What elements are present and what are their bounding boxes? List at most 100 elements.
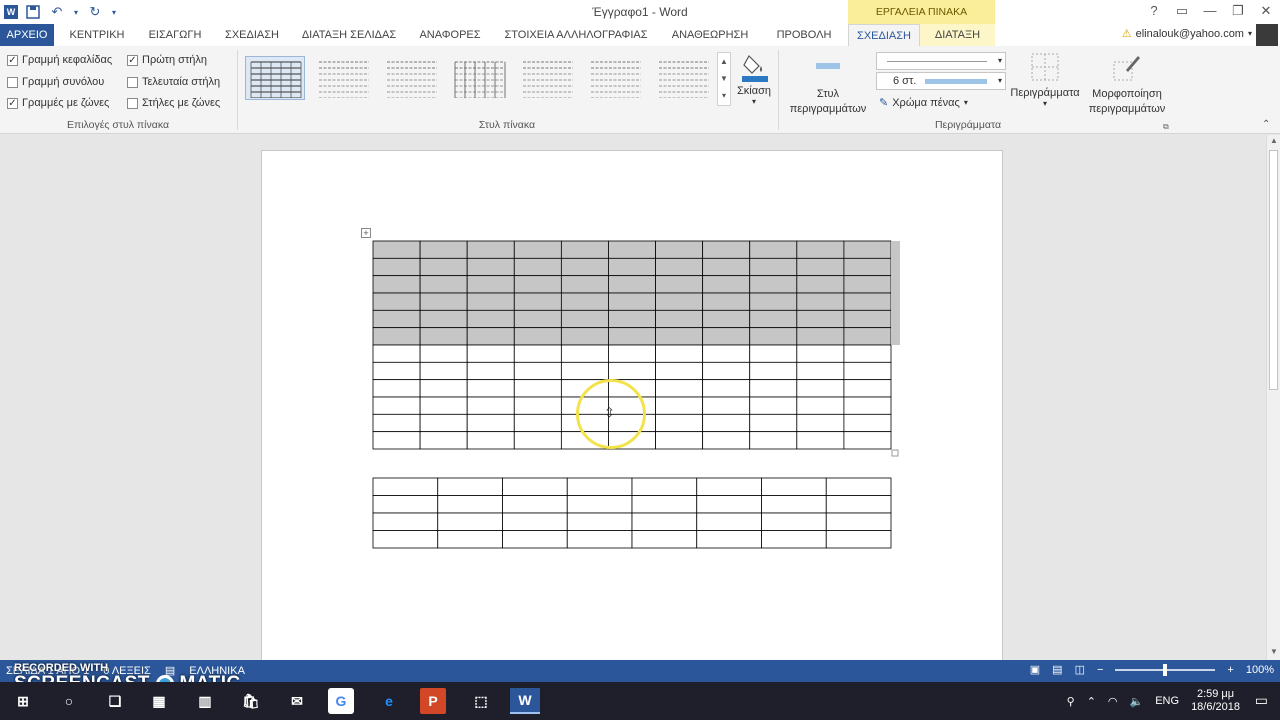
table1-cell[interactable] — [513, 257, 562, 277]
tab-page-layout[interactable]: ΔΙΑΤΑΞΗ ΣΕΛΙΔΑΣ — [294, 24, 404, 46]
table1-cell[interactable] — [749, 361, 798, 381]
table1-cell[interactable] — [419, 361, 468, 381]
word-taskbar-icon[interactable]: W — [510, 688, 540, 714]
zoom-in-icon[interactable]: + — [1227, 664, 1233, 676]
close-icon[interactable]: ✕ — [1252, 0, 1280, 24]
table1-cell[interactable] — [702, 344, 751, 363]
table2-cell[interactable] — [761, 495, 827, 514]
table1-cell[interactable] — [466, 361, 515, 381]
table1-cell[interactable] — [372, 309, 421, 329]
undo-dropdown-icon[interactable]: ▾ — [72, 3, 80, 21]
table1-cell[interactable] — [749, 327, 798, 346]
table1-cell[interactable] — [843, 309, 892, 329]
tab-mailings[interactable]: ΣΤΟΙΧΕΙΑ ΑΛΛΗΛΟΓΡΑΦΙΑΣ — [496, 24, 656, 46]
account-area[interactable]: ⚠ elinalouk@yahoo.com ▾ — [1122, 27, 1252, 41]
collapse-ribbon-icon[interactable]: ⌃ — [1262, 119, 1270, 130]
zoom-slider[interactable] — [1115, 663, 1216, 676]
table2-cell[interactable] — [761, 512, 827, 531]
table1-cell[interactable] — [655, 275, 704, 294]
table2-cell[interactable] — [437, 477, 503, 496]
table2-cell[interactable] — [761, 477, 827, 496]
table1-cell[interactable] — [560, 257, 609, 277]
table2-cell[interactable] — [566, 512, 633, 531]
table1-cell[interactable] — [702, 327, 751, 346]
table1-cell[interactable] — [419, 344, 468, 363]
table1-cell[interactable] — [796, 275, 845, 294]
restore-icon[interactable]: ❐ — [1224, 0, 1252, 24]
table1-cell[interactable] — [843, 292, 892, 311]
table1-cell[interactable] — [655, 396, 704, 415]
table1-cell[interactable] — [372, 240, 421, 259]
dialog-launcher-icon[interactable]: ⧉ — [1163, 122, 1169, 132]
table1-cell[interactable] — [560, 344, 609, 363]
task-view-icon[interactable]: ❏ — [100, 688, 130, 714]
table2-cell[interactable] — [566, 530, 633, 549]
table2-cell[interactable] — [631, 495, 698, 514]
word-icon[interactable]: W — [4, 5, 18, 19]
volume-icon[interactable]: 🔈 — [1130, 695, 1144, 708]
table1-cell[interactable] — [466, 240, 515, 259]
start-icon[interactable]: ⊞ — [8, 688, 38, 714]
table1-cell[interactable] — [843, 379, 892, 398]
table2-cell[interactable] — [502, 495, 568, 514]
table1-cell[interactable] — [560, 275, 609, 294]
vertical-scrollbar[interactable]: ▲ ▼ — [1266, 135, 1280, 660]
table1-cell[interactable] — [608, 309, 656, 329]
table1-cell[interactable] — [655, 257, 704, 277]
table1-cell[interactable] — [749, 431, 798, 450]
table2-cell[interactable] — [372, 512, 439, 531]
table1-cell[interactable] — [702, 292, 751, 311]
table1-cell[interactable] — [513, 344, 562, 363]
table1-cell[interactable] — [702, 379, 751, 398]
calendar-icon[interactable]: ▥ — [190, 688, 220, 714]
table1-cell[interactable] — [702, 361, 751, 381]
table1-cell[interactable] — [702, 413, 751, 433]
table-style-option[interactable] — [653, 56, 713, 100]
table1-cell[interactable] — [372, 327, 421, 346]
table2-cell[interactable] — [437, 495, 503, 514]
table1-cell[interactable] — [843, 413, 892, 433]
show-hidden-icon[interactable]: ⌃ — [1087, 695, 1096, 708]
notifications-icon[interactable]: ▭ — [1255, 692, 1268, 709]
table1-cell[interactable] — [796, 361, 845, 381]
banded-rows-checkbox[interactable]: ✓ Γραμμές με ζώνες — [7, 97, 109, 109]
table1-cell[interactable] — [796, 396, 845, 415]
table1-cell[interactable] — [513, 275, 562, 294]
table1-cell[interactable] — [608, 292, 656, 311]
table1-cell[interactable] — [466, 257, 515, 277]
last-column-checkbox[interactable]: Τελευταία στήλη — [127, 76, 220, 88]
table1-cell[interactable] — [419, 327, 468, 346]
gallery-down-icon[interactable]: ▼ — [718, 70, 730, 87]
table1-cell[interactable] — [513, 413, 562, 433]
table1-cell[interactable] — [843, 257, 892, 277]
table1-cell[interactable] — [372, 257, 421, 277]
tab-references[interactable]: ΑΝΑΦΟΡΕΣ — [410, 24, 490, 46]
table1-cell[interactable] — [513, 431, 562, 450]
table-style-option[interactable] — [449, 56, 509, 100]
pen-color-button[interactable]: ✎ Χρώμα πένας ▾ — [879, 96, 968, 110]
table1-cell[interactable] — [655, 379, 704, 398]
table1-cell[interactable] — [796, 327, 845, 346]
table1-cell[interactable] — [513, 292, 562, 311]
table1-cell[interactable] — [749, 396, 798, 415]
table2-cell[interactable] — [825, 530, 892, 549]
table2-cell[interactable] — [502, 477, 568, 496]
table1-cell[interactable] — [372, 344, 421, 363]
table1-cell[interactable] — [466, 396, 515, 415]
table2-cell[interactable] — [825, 477, 892, 496]
edge-icon[interactable]: e — [374, 688, 404, 714]
tab-table-design[interactable]: ΣΧΕΔΙΑΣΗ — [848, 24, 920, 46]
table-style-option[interactable] — [313, 56, 373, 100]
table-style-option[interactable] — [585, 56, 645, 100]
table1-cell[interactable] — [796, 344, 845, 363]
table1-cell[interactable] — [655, 413, 704, 433]
table1-cell[interactable] — [419, 275, 468, 294]
table2-cell[interactable] — [696, 495, 762, 514]
gallery-more-icon[interactable]: ▾ — [718, 87, 730, 104]
table1-cell[interactable] — [608, 275, 656, 294]
store-icon[interactable]: ▦ — [144, 688, 174, 714]
print-layout-icon[interactable]: ▤ — [1052, 663, 1062, 676]
table1-cell[interactable] — [749, 309, 798, 329]
page[interactable]: + ⇳ — [261, 150, 1003, 670]
table2-cell[interactable] — [372, 495, 439, 514]
